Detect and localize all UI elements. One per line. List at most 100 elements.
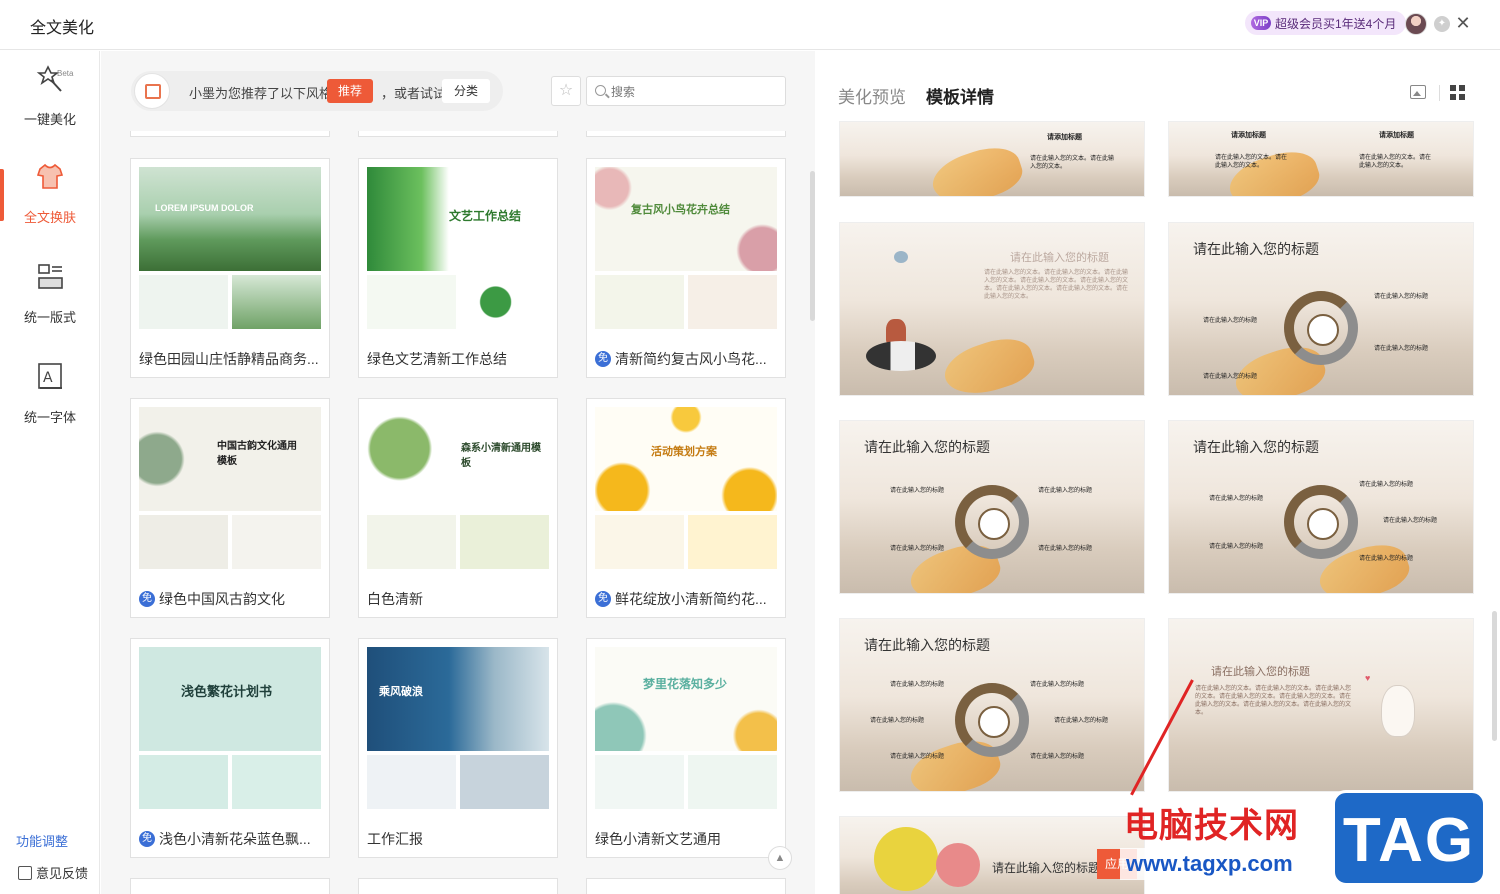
template-detail-panel: 美化预览 模板详情 请添加标题 请在此输入您的文本。请在此输入您的文本。 请添加… bbox=[816, 51, 1500, 894]
diagram-ring-icon bbox=[1284, 291, 1358, 365]
template-card[interactable]: 乘风破浪 工作汇报 bbox=[358, 638, 558, 858]
template-list-scrollbar[interactable] bbox=[810, 171, 815, 321]
template-card[interactable]: 浅色繁花计划书 免浅色小清新花朵蓝色飘... bbox=[130, 638, 330, 858]
template-card[interactable]: 活动策划方案 免鲜花绽放小清新简约花... bbox=[586, 398, 786, 618]
sidebar-item-unify-layout[interactable]: 统一版式 bbox=[0, 249, 100, 329]
diagram-ring-icon bbox=[955, 683, 1029, 757]
slide-title: 请添加标题 bbox=[1231, 132, 1266, 139]
cover-slide: LOREM IPSUM DOLOR bbox=[139, 167, 321, 271]
search-box[interactable] bbox=[586, 76, 786, 106]
recommend-bar: 小墨为您推荐了以下风格 推荐 ，或者试试 分类 bbox=[131, 71, 503, 111]
template-name: 免浅色小清新花朵蓝色飘... bbox=[139, 829, 323, 849]
cover-slide: 浅色繁花计划书 bbox=[139, 647, 321, 751]
close-icon[interactable]: ✕ bbox=[1454, 13, 1472, 33]
beta-tag: Beta bbox=[57, 69, 74, 78]
slide-text: 请在此输入您的标题 bbox=[870, 718, 925, 724]
free-badge: 免 bbox=[595, 351, 611, 367]
slide-preview[interactable]: 请在此输入您的标题 请在此输入您的标题 请在此输入您的标题 请在此输入您的标题 … bbox=[1168, 420, 1474, 594]
tab-template-detail[interactable]: 模板详情 bbox=[926, 83, 994, 108]
recommend-button[interactable]: 推荐 bbox=[327, 79, 373, 103]
slide-text: 请在此输入您的标题 bbox=[1203, 318, 1258, 324]
template-card[interactable]: 梦里花落知多少 绿色小清新文艺通用 bbox=[586, 638, 786, 858]
slide-text: 请在此输入您的文本。请在此输入您的文本。 bbox=[1030, 156, 1115, 170]
next-row-card-edge bbox=[130, 878, 330, 894]
image-view-icon[interactable] bbox=[1410, 85, 1426, 99]
slide-title: 请在此输入您的标题 bbox=[864, 439, 990, 455]
template-card[interactable]: 文艺工作总结 绿色文艺清新工作总结 bbox=[358, 158, 558, 378]
vip-promo-button[interactable]: VIP 超级会员买1年送4个月 bbox=[1245, 11, 1407, 35]
slide-preview[interactable]: 请在此输入您的标题 请在此输入您的文本。请在此输入您的文本。请在此输入您的文本。… bbox=[1168, 618, 1474, 792]
template-name: 绿色小清新文艺通用 bbox=[595, 831, 721, 847]
free-badge: 免 bbox=[139, 591, 155, 607]
template-card[interactable]: 森系小清新通用模板 白色清新 bbox=[358, 398, 558, 618]
favorite-star-icon[interactable]: ☆ bbox=[551, 76, 581, 106]
slide-preview[interactable]: 请在此输入您的标题 请在此输入您的标题 请在此输入您的标题 请在此输入您的标题 … bbox=[1168, 222, 1474, 396]
template-card[interactable]: LOREM IPSUM DOLOR 绿色田园山庄恬静精品商务... bbox=[130, 158, 330, 378]
slide-text: 请在此输入您的标题 bbox=[890, 546, 945, 552]
slide-text: 请在此输入您的标题 bbox=[1383, 518, 1438, 524]
template-thumbnail: 浅色繁花计划书 bbox=[139, 647, 321, 817]
template-thumbnail: 乘风破浪 bbox=[367, 647, 549, 817]
tab-beautify-preview[interactable]: 美化预览 bbox=[838, 83, 906, 108]
category-button[interactable]: 分类 bbox=[442, 79, 490, 103]
search-input[interactable] bbox=[611, 82, 781, 102]
diagram-ring-icon bbox=[1284, 485, 1358, 559]
template-name: 免鲜花绽放小清新简约花... bbox=[595, 589, 779, 609]
tapir-image bbox=[866, 341, 936, 371]
slide-title: 请添加标题 bbox=[1047, 134, 1082, 141]
slide-text: 请在此输入您的标题 bbox=[1209, 496, 1264, 502]
leaf-image bbox=[1223, 143, 1325, 196]
slide-text: 请在此输入您的标题 bbox=[1054, 718, 1109, 724]
sub-slide bbox=[139, 275, 228, 329]
bunny-image bbox=[1381, 685, 1415, 737]
slide-text: 请在此输入您的标题 bbox=[1374, 346, 1429, 352]
slide-text: 请在此输入您的标题 bbox=[890, 682, 945, 688]
slide-title: 请在此输入您的标题 bbox=[1211, 666, 1310, 678]
recommend-text: 小墨为您推荐了以下风格 bbox=[189, 86, 333, 101]
slide-title: 请在此输入您的标题 bbox=[1010, 252, 1109, 264]
grid-view-icon[interactable] bbox=[1450, 85, 1465, 100]
template-thumbnail: 梦里花落知多少 bbox=[595, 647, 777, 817]
user-avatar[interactable] bbox=[1405, 13, 1427, 35]
slide-title: 请在此输入您的标题 bbox=[864, 637, 990, 653]
slide-text: 请在此输入您的标题 bbox=[1030, 754, 1085, 760]
slide-preview[interactable]: 请在此输入您的标题 请在此输入您的标题 请在此输入您的标题 请在此输入您的标题 … bbox=[839, 420, 1145, 594]
slide-preview[interactable]: 请添加标题 请在此输入您的文本。请在此输入您的文本。 bbox=[839, 121, 1145, 197]
cover-title: 复古风小鸟花卉总结 bbox=[631, 204, 730, 216]
assistant-avatar bbox=[134, 73, 170, 109]
sub-slide bbox=[232, 275, 321, 329]
slide-title: 请在此输入您的标题 bbox=[1193, 439, 1319, 455]
template-name: 工作汇报 bbox=[367, 831, 423, 847]
sub-slide bbox=[688, 515, 777, 569]
sidebar-item-label: 全文换肤 bbox=[23, 210, 76, 225]
function-adjust-link[interactable]: 功能调整 bbox=[16, 831, 68, 850]
preview-scrollbar[interactable] bbox=[1492, 611, 1497, 741]
cover-title: 浅色繁花计划书 bbox=[181, 684, 273, 699]
feedback-button[interactable]: 意见反馈 bbox=[18, 863, 88, 882]
template-card[interactable]: 中国古韵文化通用模板 免绿色中国风古韵文化 bbox=[130, 398, 330, 618]
font-icon: A bbox=[38, 363, 62, 389]
scroll-to-top-icon[interactable]: ▲ bbox=[768, 846, 792, 870]
template-thumbnail: LOREM IPSUM DOLOR bbox=[139, 167, 321, 337]
sub-slide bbox=[460, 755, 549, 809]
diagram-ring-icon bbox=[955, 485, 1029, 559]
template-browser: 小墨为您推荐了以下风格 推荐 ，或者试试 分类 ☆ LOREM IPSUM DO… bbox=[101, 51, 815, 894]
sub-slide bbox=[367, 515, 456, 569]
cover-slide: 乘风破浪 bbox=[367, 647, 549, 751]
template-thumbnail: 复古风小鸟花卉总结 bbox=[595, 167, 777, 337]
sidebar-item-one-click-beautify[interactable]: Beta 一键美化 bbox=[0, 51, 100, 131]
next-row-card-edge bbox=[358, 878, 558, 894]
slide-preview[interactable]: 请在此输入您的标题 请在此输入您的文本。请在此输入您的文本。请在此输入您的文本。… bbox=[839, 222, 1145, 396]
watermark-url: www.tagxp.com bbox=[1120, 848, 1299, 880]
sub-slide bbox=[232, 755, 321, 809]
sidebar-item-full-skin[interactable]: 全文换肤 bbox=[0, 149, 100, 229]
template-card[interactable]: 复古风小鸟花卉总结 免清新简约复古风小鸟花... bbox=[586, 158, 786, 378]
slide-title: 请在此输入您的标题 bbox=[1193, 241, 1319, 257]
sub-slide bbox=[139, 755, 228, 809]
sub-slide bbox=[688, 275, 777, 329]
sidebar-item-unify-font[interactable]: A 统一字体 bbox=[0, 349, 100, 429]
slide-preview[interactable]: 请在此输入您的标题 请在此输入您的标题 请在此输入您的标题 请在此输入您的标题 … bbox=[839, 618, 1145, 792]
user-badge-icon[interactable]: ✦ bbox=[1434, 16, 1450, 32]
cover-title: 活动策划方案 bbox=[651, 446, 717, 458]
slide-preview[interactable]: 请添加标题 请在此输入您的文本。请在此输入您的文本。 请添加标题 请在此输入您的… bbox=[1168, 121, 1474, 197]
